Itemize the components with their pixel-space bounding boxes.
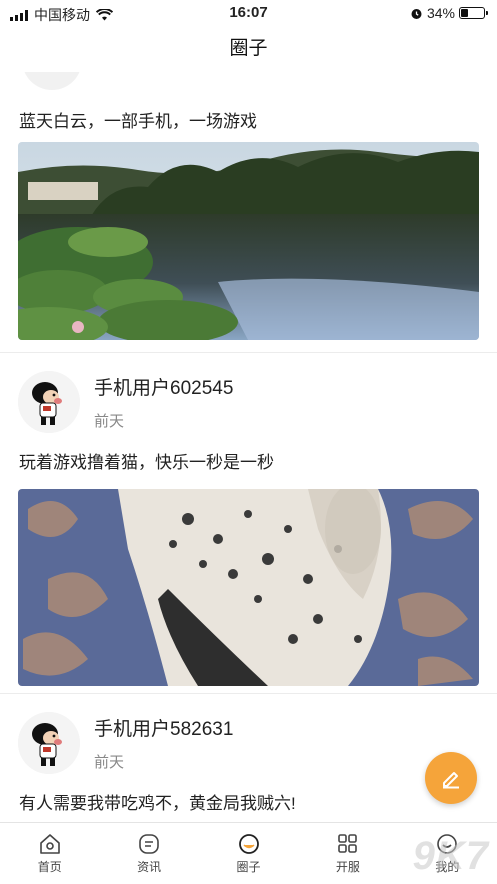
status-bar: 中国移动 16:07 34%: [0, 0, 497, 26]
avatar[interactable]: [18, 712, 80, 774]
post-text: 有人需要我带吃鸡不，黄金局我贼六!: [19, 794, 296, 813]
compose-button[interactable]: [425, 752, 477, 804]
watermark-logo: 9K7: [412, 834, 489, 878]
news-icon: [139, 834, 159, 854]
post-text: 玩着游戏撸着猫，快乐一秒是一秒: [19, 453, 274, 472]
tab-label: 首页: [37, 860, 62, 874]
tab-home[interactable]: 首页: [0, 823, 99, 884]
battery-icon: [459, 7, 488, 19]
circle-icon: [238, 834, 259, 854]
lake-photo[interactable]: [18, 142, 479, 340]
post-card[interactable]: 手机用户602545 前天 玩着游戏撸着猫，快乐一秒是一秒: [0, 353, 497, 694]
post-card[interactable]: 手机用户582631 前天 有人需要我带吃鸡不，黄金局我贼六!: [0, 694, 497, 822]
tab-label: 圈子: [236, 860, 261, 874]
server-icon: [338, 834, 357, 853]
tab-circle[interactable]: 圈子: [199, 823, 298, 884]
home-icon: [39, 834, 60, 854]
cat-photo[interactable]: [18, 489, 479, 686]
post-user[interactable]: 手机用户602545 前天: [0, 353, 497, 433]
battery-percent: 34%: [426, 5, 455, 21]
post-time: 前天: [94, 754, 125, 771]
tab-news[interactable]: 资讯: [99, 823, 198, 884]
avatar[interactable]: [18, 371, 80, 433]
avatar[interactable]: [22, 72, 82, 90]
post-card[interactable]: 蓝天白云，一部手机，一场游戏: [0, 72, 497, 353]
page-title: 圈子: [229, 38, 268, 59]
post-user[interactable]: 手机用户582631 前天: [0, 694, 497, 774]
tab-label: 开服: [335, 860, 360, 874]
post-text: 蓝天白云，一部手机，一场游戏: [19, 112, 257, 131]
alarm-icon: [411, 8, 422, 19]
user-name[interactable]: 手机用户602545: [94, 373, 233, 400]
user-name[interactable]: 手机用户582631: [94, 714, 233, 741]
tab-label: 资讯: [137, 860, 162, 874]
feed-list[interactable]: 蓝天白云，一部手机，一场游戏 手机用户602545 前天 玩着游戏撸着猫，快乐一…: [0, 72, 497, 822]
edit-icon: [443, 772, 459, 789]
post-time: 前天: [94, 413, 125, 430]
status-right: 34%: [410, 5, 488, 21]
tab-server[interactable]: 开服: [298, 823, 397, 884]
